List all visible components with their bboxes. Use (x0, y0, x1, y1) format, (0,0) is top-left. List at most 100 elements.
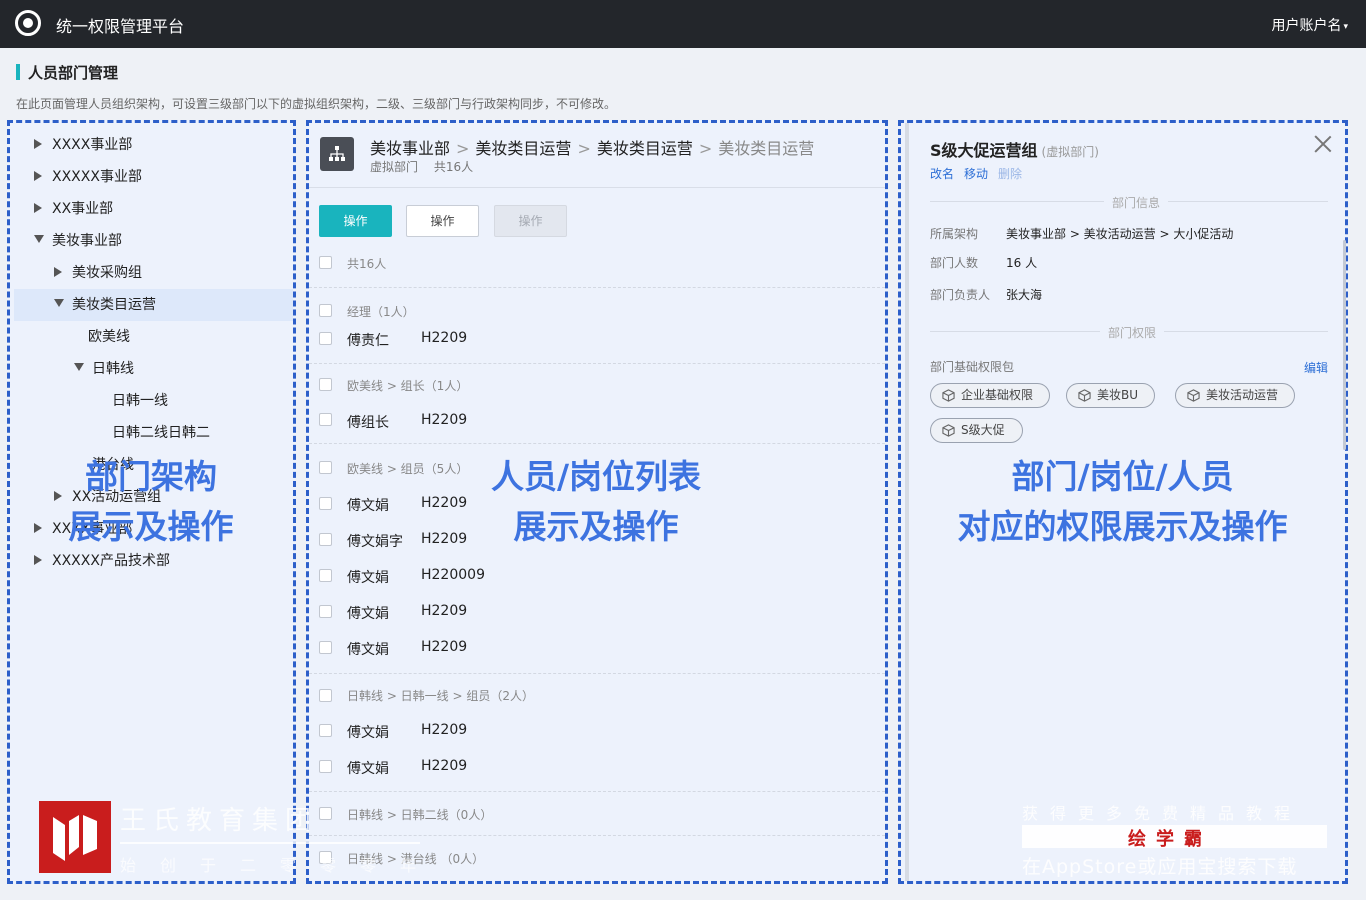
account-menu[interactable]: 用户账户名 ▾ (1271, 15, 1348, 35)
app-logo-icon[interactable] (15, 10, 41, 36)
virtual-tag: (虚拟部门) (1041, 145, 1099, 159)
staff-code: H220009 (421, 567, 485, 583)
package-icon (942, 389, 955, 402)
top-bar: 统一权限管理平台 用户账户名 ▾ (0, 0, 1366, 48)
staff-name: 傅文娟 (347, 642, 389, 658)
caret-right-icon[interactable] (54, 491, 62, 501)
edit-link[interactable]: 编辑 (1304, 359, 1328, 376)
row-checkbox[interactable] (319, 413, 332, 426)
caret-right-icon[interactable] (34, 203, 42, 213)
breadcrumb: 美妆事业部 > 美妆类目运营 > 美妆类目运营 > 美妆类目运营 (370, 135, 814, 159)
tree-item[interactable]: XX事业部 (34, 193, 113, 225)
row-checkbox[interactable] (319, 605, 332, 618)
group-divider (309, 835, 885, 836)
tree-item[interactable]: XXXX事业部 (34, 513, 132, 545)
caret-down-icon[interactable] (74, 363, 84, 371)
tree-item-label: XX事业部 (52, 201, 114, 217)
staff-name: 傅文娟字 (347, 534, 403, 550)
row-checkbox[interactable] (319, 533, 332, 546)
group-label: 欧美线 > 组长（1人） (347, 379, 469, 393)
tree-item-label: XXXX事业部 (52, 521, 133, 537)
department-name: S级大促运营组 (930, 141, 1038, 160)
tree-item-label: XXXXX产品技术部 (52, 553, 170, 569)
permission-chip[interactable]: S级大促 (930, 418, 1023, 443)
tree-item[interactable]: 美妆事业部 (34, 225, 122, 257)
tree-item[interactable]: 欧美线 (88, 321, 130, 353)
tree-item-label: 日韩线 (92, 361, 134, 377)
group-checkbox[interactable] (319, 304, 332, 317)
breadcrumb-item[interactable]: 美妆类目运营 (597, 139, 693, 158)
app-title: 统一权限管理平台 (56, 17, 185, 36)
tree-item[interactable]: 日韩一线 (112, 385, 168, 417)
breadcrumb-item[interactable]: 美妆事业部 (370, 139, 450, 158)
permission-chip[interactable]: 美妆活动运营 (1175, 383, 1295, 408)
staff-code: H2209 (421, 531, 468, 547)
tree-item[interactable]: 日韩线 (74, 353, 134, 385)
close-icon[interactable] (1313, 134, 1333, 154)
row-checkbox[interactable] (319, 332, 332, 345)
row-checkbox[interactable] (319, 497, 332, 510)
department-subtitle: 虚拟部门 共16人 (370, 160, 474, 174)
info-label: 所属架构 (930, 227, 979, 241)
group-divider (309, 363, 885, 364)
tree-item-label: 日韩一线 (112, 393, 168, 409)
caret-right-icon[interactable] (34, 171, 42, 181)
tree-item[interactable]: XXXXX产品技术部 (34, 545, 170, 577)
group-checkbox[interactable] (319, 461, 332, 474)
permission-chip[interactable]: 美妆BU (1066, 383, 1155, 408)
tree-item-selected[interactable]: 美妆类目运营 (54, 289, 156, 321)
row-checkbox[interactable] (319, 569, 332, 582)
watermark-line (120, 842, 420, 844)
title-accent-bar (16, 64, 20, 80)
permission-chip[interactable]: 企业基础权限 (930, 383, 1050, 408)
watermark-right-line2: 绘学霸 (1128, 829, 1212, 850)
caret-right-icon[interactable] (34, 139, 42, 149)
tree-item-label: 港台线 (92, 457, 134, 473)
staff-code: H2209 (421, 495, 468, 511)
rename-link[interactable]: 改名 (930, 167, 954, 181)
group-checkbox[interactable] (319, 378, 332, 391)
primary-action-button[interactable]: 操作 (319, 205, 392, 237)
breadcrumb-item[interactable]: 美妆类目运营 (475, 139, 571, 158)
caret-right-icon[interactable] (54, 267, 62, 277)
tree-item-label: 欧美线 (88, 329, 130, 345)
page-description: 在此页面管理人员组织架构，可设置三级部门以下的虚拟组织架构，二级、三级部门与行政… (16, 97, 617, 111)
tree-item[interactable]: XX活动运营组 (54, 481, 161, 513)
permission-package-title: 部门基础权限包 (930, 360, 1015, 374)
panel-splitter[interactable] (905, 123, 909, 881)
staff-code: H2209 (421, 603, 468, 619)
secondary-action-button[interactable]: 操作 (406, 205, 479, 237)
disabled-action-button: 操作 (494, 205, 567, 237)
caret-right-icon[interactable] (34, 523, 42, 533)
row-checkbox[interactable] (319, 724, 332, 737)
package-icon (1187, 389, 1200, 402)
tree-item[interactable]: 美妆采购组 (54, 257, 142, 289)
watermark-left-sub: 始创于二零零零年 (120, 856, 441, 875)
delete-link[interactable]: 删除 (998, 167, 1022, 181)
select-all-checkbox[interactable] (319, 256, 332, 269)
move-link[interactable]: 移动 (964, 167, 988, 181)
scrollbar[interactable] (1343, 240, 1346, 450)
group-divider (309, 673, 885, 674)
info-value: 张大海 (1006, 288, 1043, 302)
group-checkbox[interactable] (319, 689, 332, 702)
tree-item[interactable]: 日韩二线日韩二 (112, 417, 210, 449)
watermark-right-line3: 在AppStore或应用宝搜索下载 (1022, 856, 1298, 878)
caret-right-icon[interactable] (34, 555, 42, 565)
package-icon (1078, 389, 1091, 402)
breadcrumb-separator: > (698, 139, 713, 158)
account-name: 用户账户名 (1271, 18, 1342, 34)
group-checkbox[interactable] (319, 807, 332, 820)
tree-item[interactable]: XXXXX事业部 (34, 161, 142, 193)
row-checkbox[interactable] (319, 641, 332, 654)
caret-down-icon[interactable] (54, 299, 64, 307)
row-checkbox[interactable] (319, 760, 332, 773)
info-label: 部门人数 (930, 256, 979, 270)
staff-name: 傅文娟 (347, 761, 389, 777)
tree-item[interactable]: XXXX事业部 (34, 129, 132, 161)
department-actions: 改名 移动 删除 (930, 165, 1032, 182)
staff-list-panel (306, 120, 888, 884)
tree-item[interactable]: 港台线 (92, 449, 134, 481)
caret-down-icon[interactable] (34, 235, 44, 243)
group-label: 日韩线 > 日韩二线（0人） (347, 808, 493, 822)
